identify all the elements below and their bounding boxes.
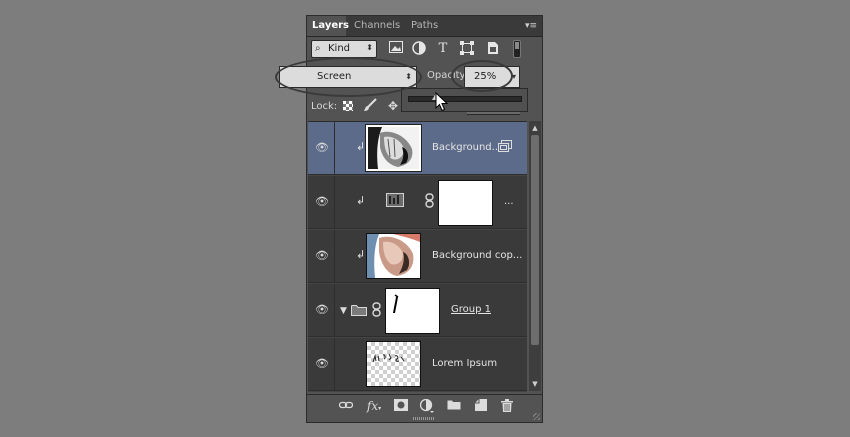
lock-image-icon[interactable] [362,98,378,114]
lock-position-icon[interactable]: ✥ [385,98,401,114]
mouse-cursor-icon [435,92,449,112]
layer-name[interactable]: ... [504,196,514,207]
layer-row[interactable]: 👁 ↲ ... [308,176,527,229]
tab-layers[interactable]: Layers [307,16,349,36]
clipping-arrow-icon: ↲ [356,248,366,261]
layer-row[interactable]: 👁 ↲ Background... [308,122,527,175]
layer-mask-thumbnail[interactable] [385,288,440,334]
chain-link-icon[interactable] [425,193,434,208]
lock-label: Lock: [311,101,338,112]
visibility-eye-icon[interactable]: 👁 [315,141,329,154]
layer-row[interactable]: 👁 ▼ Group 1 [308,284,527,337]
search-icon: ⌕ [315,43,321,54]
smart-object-icon [498,140,512,152]
link-layers-icon[interactable] [338,399,354,413]
visibility-eye-icon[interactable]: 👁 [315,249,329,262]
shape-filter-icon[interactable] [459,41,475,57]
expand-triangle-icon[interactable]: ▼ [340,306,347,316]
blend-mode-select[interactable]: Screen ⬍ [279,66,417,88]
opacity-slider-track[interactable] [408,96,522,102]
layer-row[interactable]: 👁 Lorem Ipsum [308,338,527,391]
panel-tab-bar: Layers Channels Paths ▾≡ [307,16,542,37]
tab-channels[interactable]: Channels [349,16,405,36]
visibility-eye-icon[interactable]: 👁 [315,195,329,208]
layer-name[interactable]: Group 1 [451,304,491,315]
opacity-slider-popup[interactable] [401,88,528,112]
layer-name[interactable]: Background... [432,142,501,153]
filter-toggle-switch[interactable] [513,40,521,58]
panel-resize-grip[interactable] [413,417,435,420]
new-adjustment-icon[interactable] [419,398,434,413]
adjustment-filter-icon[interactable] [411,41,427,57]
image-filter-icon[interactable] [388,41,404,57]
clipping-arrow-icon: ↲ [356,194,366,207]
visibility-eye-icon[interactable]: 👁 [315,357,329,370]
kind-filter-label: Kind [328,43,351,54]
chain-link-icon[interactable] [372,302,381,317]
new-layer-icon[interactable] [474,399,488,413]
fx-icon[interactable]: fx▾ [365,399,383,413]
scroll-down-arrow-icon[interactable]: ▼ [529,379,541,389]
layer-name[interactable]: Background cop... [432,250,522,261]
updown-arrow-icon: ⬍ [405,72,412,81]
layers-panel: Layers Channels Paths ▾≡ ⌕ Kind ⬍ T Scre… [279,15,543,423]
tab-paths[interactable]: Paths [406,16,443,36]
dropdown-arrow-icon[interactable]: ▾ [512,67,516,87]
layer-mask-thumbnail[interactable] [438,180,493,226]
visibility-eye-icon[interactable]: 👁 [315,303,329,316]
layers-scrollbar[interactable]: ▲ ▼ [529,121,541,391]
layer-thumbnail[interactable] [366,233,421,279]
blend-mode-value: Screen [317,71,352,82]
opacity-input[interactable]: 25% ▾ [464,66,520,88]
scroll-thumb[interactable] [531,135,539,345]
type-filter-icon[interactable]: T [435,41,451,57]
folder-icon [351,304,367,316]
add-mask-icon[interactable] [394,399,408,413]
layers-bottom-toolbar: fx▾ [307,394,542,417]
delete-icon[interactable] [500,399,514,413]
opacity-value: 25% [474,71,497,82]
layer-thumbnail[interactable] [365,124,422,172]
clipping-arrow-icon: ↲ [356,140,366,153]
panel-resize-corner[interactable] [533,413,540,420]
layers-list: 👁 ↲ Background... 👁 ↲ ... 👁 ↲ Background… [308,121,527,392]
levels-icon [386,193,404,207]
kind-filter-select[interactable]: ⌕ Kind ⬍ [311,40,377,58]
updown-arrow-icon: ⬍ [366,43,373,52]
opacity-label: Opacity: [427,70,469,81]
smart-object-filter-icon[interactable] [485,41,501,57]
layer-thumbnail[interactable] [366,341,421,387]
layer-name[interactable]: Lorem Ipsum [432,358,497,369]
new-group-icon[interactable] [447,399,461,413]
scroll-up-arrow-icon[interactable]: ▲ [529,123,541,133]
panel-menu-icon[interactable]: ▾≡ [524,20,538,32]
lock-transparent-icon[interactable] [340,98,356,114]
layer-row[interactable]: 👁 ↲ Background cop... [308,230,527,283]
